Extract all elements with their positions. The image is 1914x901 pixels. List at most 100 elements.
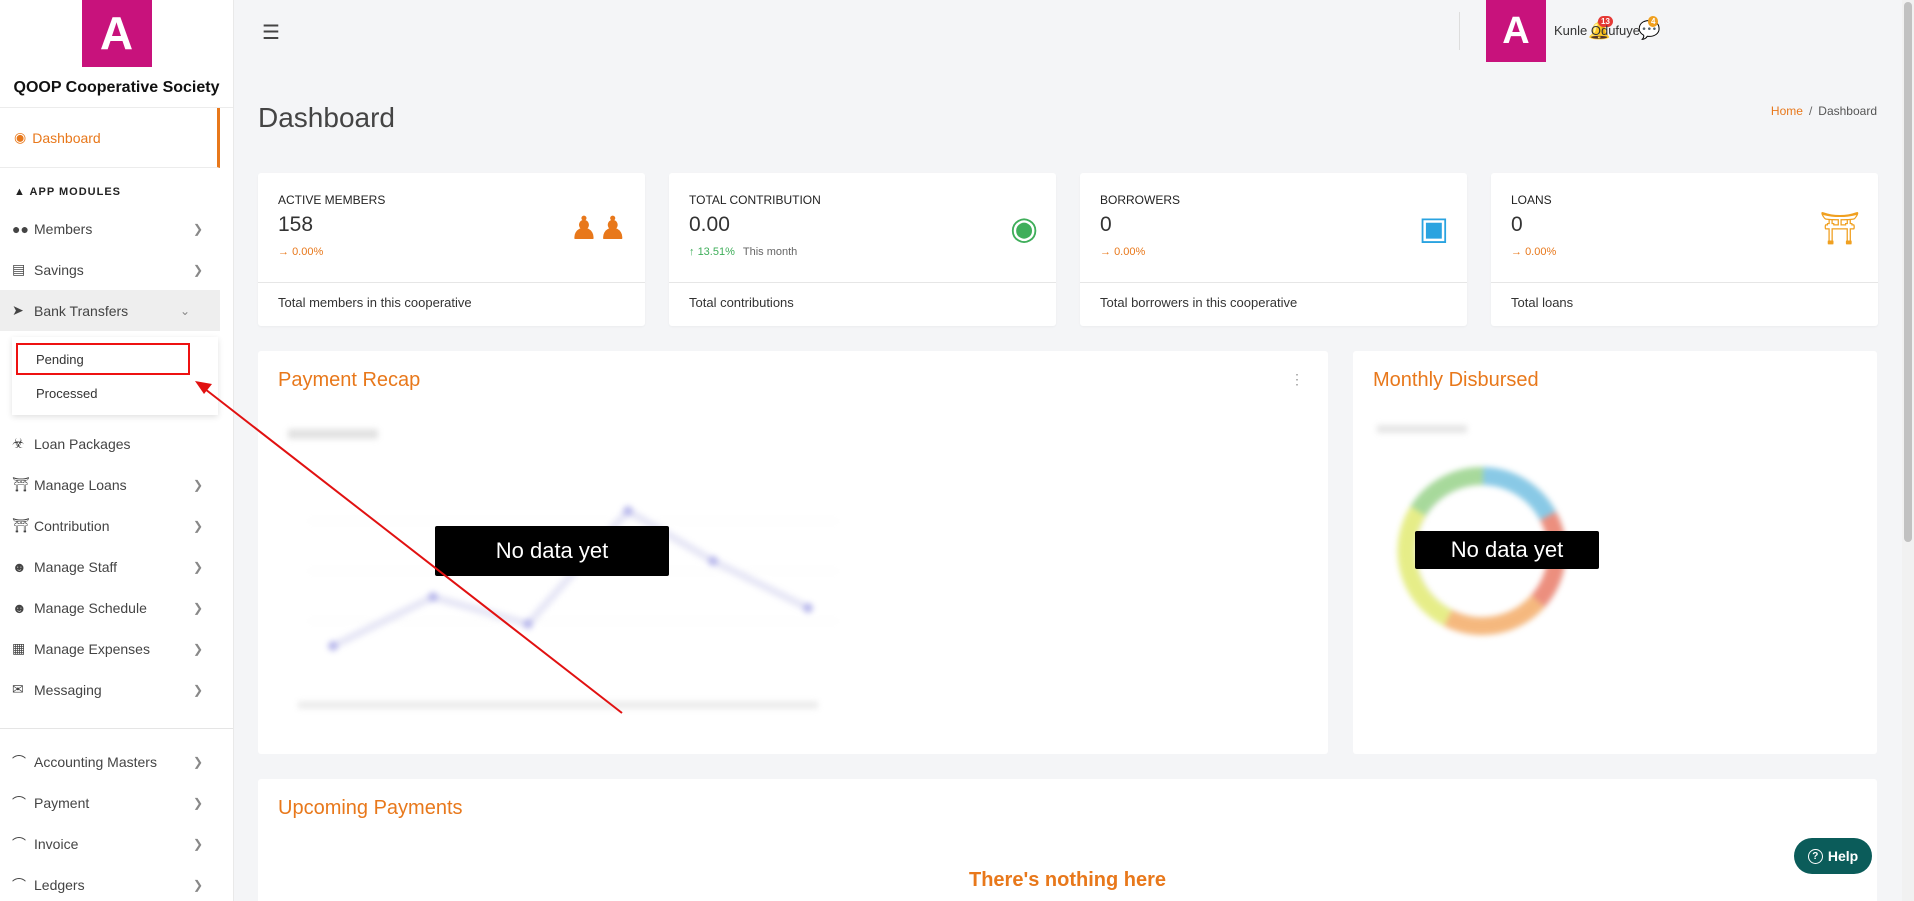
arrow-up-icon: ↑ (689, 246, 695, 258)
bank-icon: ⛩ (12, 476, 30, 492)
chevron-right-icon: ❯ (192, 836, 203, 851)
messages-badge: 4 (1648, 16, 1659, 27)
submenu-item-pending[interactable]: Pending (16, 343, 190, 375)
stat-trend-value: 0.00% (1114, 246, 1146, 258)
help-label: Help (1827, 848, 1859, 864)
panel-title: Monthly Disbursed (1373, 369, 1539, 391)
stat-card-borrowers: BORROWERS 0 → 0.00% ▣ Total borrowers in… (1080, 173, 1467, 326)
arrow-right-icon: → (278, 246, 289, 258)
sidebar-item-messaging[interactable]: ✉ Messaging ❯ (0, 669, 233, 710)
brand: A QOOP Cooperative Society (0, 0, 233, 108)
stat-trend: → 0.00% (278, 246, 323, 258)
breadcrumb-home[interactable]: Home (1771, 104, 1803, 118)
submenu-item-processed[interactable]: Processed (12, 375, 218, 411)
sidebar-item-accounting-masters[interactable]: ⌒ Accounting Masters ❯ (0, 741, 233, 782)
money-icon: ▤ (12, 261, 26, 277)
sidebar-item-manage-schedule[interactable]: ☻ Manage Schedule ❯ (0, 587, 233, 628)
cart-icon: ☣ (12, 435, 25, 451)
stat-trend: → 0.00% (1100, 246, 1145, 258)
sidebar-item-loan-packages[interactable]: ☣ Loan Packages (0, 423, 233, 464)
brand-logo[interactable]: A (81, 0, 152, 67)
breadcrumb-current: Dashboard (1818, 104, 1877, 118)
sidebar-item-dashboard[interactable]: ◉ Dashboard (0, 108, 220, 168)
brand-name: QOOP Cooperative Society (13, 79, 220, 96)
sidebar-item-manage-expenses[interactable]: ▦ Manage Expenses ❯ (0, 628, 233, 669)
users-icon: ●● (12, 220, 29, 237)
user-name[interactable]: Kunle Odufuye (1554, 23, 1640, 38)
stat-footer: Total contributions (669, 282, 1056, 322)
monthly-disbursed-empty: No data yet (1415, 531, 1599, 569)
sidebar-item-label: Manage Loans (34, 476, 127, 493)
chart-icon: ⌒ (12, 794, 26, 811)
stat-footer: Total borrowers in this cooperative (1080, 282, 1467, 322)
stat-trend-note: This month (742, 246, 798, 258)
sidebar-item-label: Payment (34, 794, 90, 811)
sidebar-item-members[interactable]: ●● Members ❯ (0, 208, 233, 249)
sidebar-item-ledgers[interactable]: ⌒ Ledgers ❯ (0, 864, 233, 901)
topbar-divider (1459, 12, 1460, 50)
sidebar-item-label: Dashboard (32, 129, 101, 146)
sidebar-item-label: Manage Staff (34, 558, 118, 575)
user-avatar[interactable]: A (1486, 0, 1546, 62)
sidebar-item-label: Contribution (34, 517, 110, 534)
chevron-right-icon: ❯ (192, 795, 203, 810)
help-button[interactable]: ? Help (1794, 838, 1872, 874)
stat-label: BORROWERS (1100, 193, 1181, 207)
chevron-right-icon: ❯ (192, 559, 203, 574)
bank-icon: ⛩ (12, 517, 30, 533)
upcoming-payments-empty: There's nothing here (968, 869, 1166, 891)
sidebar-item-manage-staff[interactable]: ☻ Manage Staff ❯ (0, 546, 233, 587)
stat-card-total-contribution: TOTAL CONTRIBUTION 0.00 ↑ 13.51% This mon… (669, 173, 1056, 326)
sidebar-item-manage-loans[interactable]: ⛩ Manage Loans ❯ (0, 464, 233, 505)
sidebar: A QOOP Cooperative Society ◉ Dashboard ▲… (0, 0, 234, 901)
sidebar-item-bank-transfers[interactable]: ➤ Bank Transfers ⌄ (0, 290, 220, 331)
sidebar-item-label: Ledgers (34, 876, 85, 893)
page-title: Dashboard (258, 102, 395, 133)
chevron-right-icon: ❯ (192, 262, 203, 277)
stat-footer: Total loans (1491, 282, 1878, 322)
sidebar-item-label: Loan Packages (34, 435, 131, 452)
sidebar-item-label: Invoice (34, 835, 79, 852)
scrollbar-thumb[interactable] (1904, 2, 1912, 542)
stat-card-active-members: ACTIVE MEMBERS 158 → 0.00% ♟♟ Total memb… (258, 173, 645, 326)
user-icon: ☻ (12, 558, 27, 575)
scrollbar[interactable] (1902, 0, 1914, 901)
topbar: ☰ (234, 0, 1914, 62)
section-title-app-modules: ▲ APP MODULES (0, 168, 233, 208)
sidebar-item-label: Savings (34, 261, 84, 278)
sidebar-item-label: Messaging (34, 681, 102, 698)
sidebar-item-payment[interactable]: ⌒ Payment ❯ (0, 782, 233, 823)
chevron-right-icon: ❯ (192, 518, 203, 533)
users-icon: ♟♟ (569, 210, 627, 246)
chart-icon: ⌒ (12, 876, 26, 893)
chevron-right-icon: ❯ (192, 477, 203, 492)
paper-plane-icon: ➤ (12, 302, 24, 318)
chevron-right-icon: ❯ (192, 600, 203, 615)
panel-title: Upcoming Payments (278, 797, 463, 819)
chart-icon: ⌒ (12, 753, 26, 770)
arrow-right-icon: → (1511, 246, 1522, 258)
sidebar-item-label: Members (34, 220, 93, 237)
sidebar-item-contribution[interactable]: ⛩ Contribution ❯ (0, 505, 233, 546)
chart-icon: ⌒ (12, 835, 26, 852)
sidebar-item-savings[interactable]: ▤ Savings ❯ (0, 249, 233, 290)
breadcrumb: Home / Dashboard (1771, 104, 1877, 118)
chevron-right-icon: ❯ (192, 221, 203, 236)
sidebar-item-invoice[interactable]: ⌒ Invoice ❯ (0, 823, 233, 864)
more-options-icon[interactable]: ⋮ (1290, 371, 1304, 388)
messages-icon[interactable]: 💬 4 (1638, 16, 1660, 41)
chevron-right-icon: ❯ (192, 877, 203, 892)
sidebar-item-label: Manage Schedule (34, 599, 147, 616)
stat-value: 0.00 (689, 213, 730, 236)
calculator-icon: ▦ (12, 640, 26, 656)
arrow-right-icon: → (1100, 246, 1111, 258)
sidebar-divider (0, 728, 233, 729)
stat-card-loans: LOANS 0 → 0.00% ⛩ Total loans (1491, 173, 1878, 326)
stat-trend-value: 13.51% (697, 246, 735, 258)
comments-icon: ✉ (12, 681, 24, 697)
stat-label: LOANS (1511, 193, 1552, 207)
hamburger-menu-icon[interactable]: ☰ (262, 20, 280, 45)
stat-value: 0 (1100, 213, 1112, 236)
stat-value: 0 (1511, 213, 1523, 236)
bank-icon: ⛩ (1819, 210, 1860, 246)
